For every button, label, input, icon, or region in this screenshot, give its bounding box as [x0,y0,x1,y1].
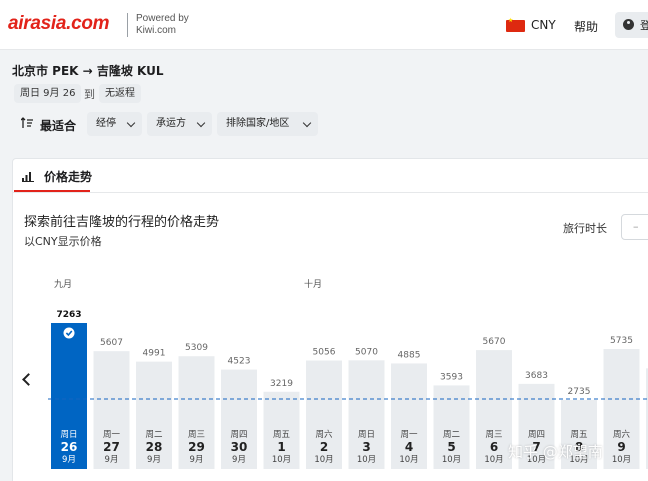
price-value-label: 7263 [56,310,81,320]
bar-weekday-label: 周五 [570,430,588,440]
bar-weekday-label: 周三 [485,430,502,440]
price-value-label: 5070 [355,347,378,357]
bar-month-label: 10月 [314,455,333,465]
page: airasia.com Powered by Kiwi.com CNY 帮助 登… [0,0,648,481]
check-circle-icon [63,327,75,339]
watermark: 知乎 @郑望南 [508,443,603,461]
bar-day-label: 2 [320,440,328,454]
price-value-label: 4991 [143,349,166,359]
bar-month-label: 10月 [357,455,376,465]
price-value-label: 2735 [568,387,591,397]
bar-month-label: 9月 [232,455,246,465]
bar-day-label: 4 [405,440,413,454]
bar-day-label: 26 [61,440,78,454]
bar-weekday-label: 周日 [60,430,77,440]
bar-day-label: 1 [277,440,285,454]
bar-weekday-label: 周一 [400,430,418,440]
bar-month-label: 9月 [147,455,161,465]
price-chart: 7263周日269月5607周一279月4991周二289月5309周三299月… [48,310,648,469]
bar-weekday-label: 周六 [613,429,631,440]
price-value-label: 3593 [440,372,463,382]
bar-weekday-label: 周四 [230,430,247,440]
price-value-label: 3683 [525,371,548,381]
price-value-label: 4523 [228,357,251,367]
price-value-label: 5056 [313,348,336,358]
price-value-label: 5735 [610,336,633,346]
bar-weekday-label: 周三 [188,430,205,440]
price-value-label: 5670 [483,337,506,347]
bar-month-label: 9月 [190,455,204,465]
bar-month-label: 10月 [272,455,291,465]
bar-day-label: 5 [447,440,455,454]
bar-month-label: 10月 [484,455,503,465]
bar-weekday-label: 周四 [528,430,545,440]
price-value-label: 3219 [270,379,293,389]
bar-day-label: 27 [103,440,120,454]
bar-day-label: 3 [362,440,370,454]
bar-month-label: 10月 [442,455,461,465]
price-value-label: 4885 [398,350,421,360]
bar-month-label: 10月 [612,455,631,465]
bar-day-label: 29 [188,440,205,454]
bar-month-label: 10月 [399,455,418,465]
bar-weekday-label: 周六 [315,429,333,440]
bar-weekday-label: 周二 [145,430,163,440]
bar-day-label: 9 [617,440,625,454]
bar-weekday-label: 周一 [103,430,121,440]
bar-weekday-label: 周五 [273,430,291,440]
price-value-label: 5607 [100,338,123,348]
bar-month-label: 9月 [62,455,76,465]
bar-month-label: 9月 [105,455,119,465]
bar-day-label: 30 [231,440,248,454]
bar-weekday-label: 周二 [443,430,461,440]
bar-weekday-label: 周日 [358,430,375,440]
price-value-label: 5309 [185,343,208,353]
bar-day-label: 6 [490,440,498,454]
bar-day-label: 28 [146,440,163,454]
